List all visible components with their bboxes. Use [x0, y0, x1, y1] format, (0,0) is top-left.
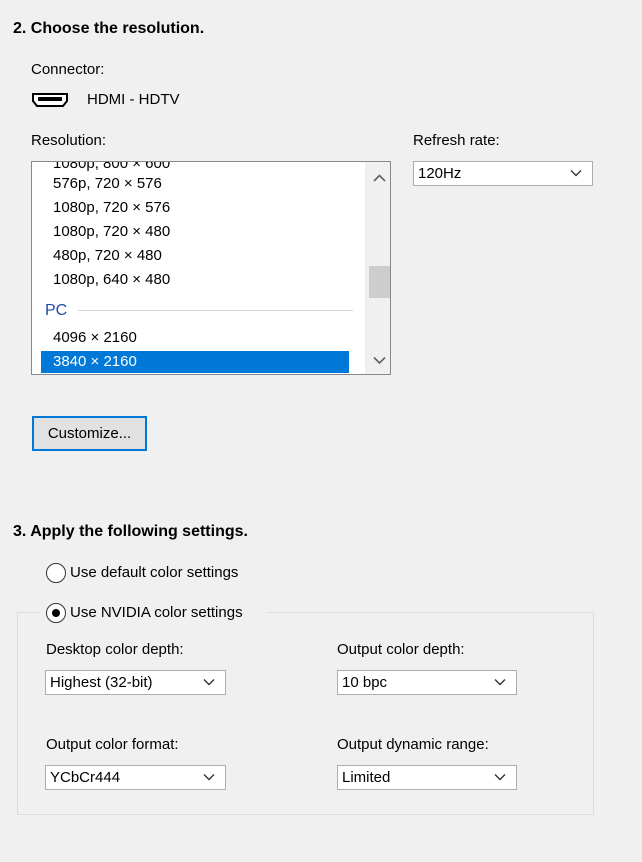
output-depth-dropdown[interactable]: 10 bpc: [337, 670, 517, 695]
refresh-rate-value: 120Hz: [418, 165, 462, 182]
radio-nvidia-color[interactable]: [46, 603, 66, 623]
output-range-dropdown[interactable]: Limited: [337, 765, 517, 790]
scroll-down-icon[interactable]: [369, 350, 390, 370]
resolution-listbox[interactable]: 1080p, 800 × 600 576p, 720 × 576 1080p, …: [31, 161, 391, 375]
radio-nvidia-label: Use NVIDIA color settings: [70, 604, 243, 621]
list-item[interactable]: 1080p, 640 × 480: [41, 269, 349, 291]
chevron-down-icon: [203, 679, 215, 686]
customize-button[interactable]: Customize...: [32, 416, 147, 451]
refresh-rate-label: Refresh rate:: [413, 132, 500, 149]
list-item[interactable]: 576p, 720 × 576: [41, 173, 349, 195]
output-format-value: YCbCr444: [50, 769, 121, 786]
chevron-down-icon: [570, 170, 582, 177]
chevron-down-icon: [494, 679, 506, 686]
list-item[interactable]: 1080p, 720 × 576: [41, 197, 349, 219]
radio-default-color[interactable]: [46, 563, 66, 583]
list-item-selected[interactable]: 3840 × 2160: [41, 351, 349, 373]
hdmi-connector-icon: [32, 93, 68, 107]
output-range-label: Output dynamic range:: [337, 736, 489, 753]
chevron-down-icon: [203, 774, 215, 781]
desktop-depth-dropdown[interactable]: Highest (32-bit): [45, 670, 226, 695]
group-header-pc: PC: [45, 302, 68, 319]
desktop-depth-value: Highest (32-bit): [50, 674, 153, 691]
output-depth-label: Output color depth:: [337, 641, 465, 658]
output-depth-value: 10 bpc: [342, 674, 388, 691]
scroll-thumb[interactable]: [369, 266, 390, 298]
connector-label: Connector:: [31, 61, 105, 78]
radio-default-label: Use default color settings: [70, 564, 239, 581]
radio-selected-dot: [52, 609, 60, 617]
refresh-rate-dropdown[interactable]: 120Hz: [413, 161, 593, 186]
resolution-label: Resolution:: [31, 132, 107, 149]
listbox-scrollbar[interactable]: [365, 162, 390, 374]
output-format-dropdown[interactable]: YCbCr444: [45, 765, 226, 790]
scroll-up-icon[interactable]: [369, 168, 390, 188]
connector-value: HDMI - HDTV: [87, 91, 180, 108]
list-item[interactable]: 1080p, 720 × 480: [41, 221, 349, 243]
chevron-down-icon: [494, 774, 506, 781]
output-format-label: Output color format:: [46, 736, 179, 753]
list-item[interactable]: 4096 × 2160: [41, 327, 349, 349]
section-2-title: 2. Choose the resolution.: [13, 20, 205, 37]
list-item[interactable]: 480p, 720 × 480: [41, 245, 349, 267]
desktop-depth-label: Desktop color depth:: [46, 641, 184, 658]
group-divider: [78, 310, 353, 311]
output-range-value: Limited: [342, 769, 391, 786]
section-3-title: 3. Apply the following settings.: [13, 523, 248, 540]
